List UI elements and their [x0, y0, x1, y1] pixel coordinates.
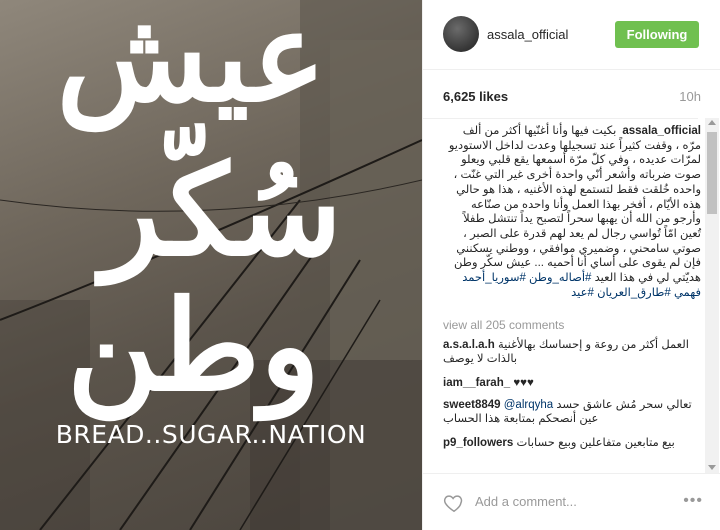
comment-item: p9_followers بيع متابعين متفاعلين وبيع ح… — [443, 436, 701, 450]
post-caption: assala_official بكيت فيها وأنا أغنّيها أ… — [443, 124, 701, 300]
scroll-up-arrow-icon[interactable] — [708, 120, 716, 125]
following-button[interactable]: Following — [615, 21, 699, 48]
post-meta: 6,625 likes 10h — [423, 70, 720, 118]
comment-mention[interactable]: @alrqyha — [504, 399, 553, 411]
username-link[interactable]: assala_official — [487, 27, 568, 42]
comment-item: sweet8849 @alrqyha تعالي سحر مُش عاشق حس… — [443, 398, 701, 426]
post-header: assala_official Following — [423, 0, 720, 70]
caption-text: بكيت فيها وأنا أغنّيها أكثر من ألف مرّه … — [448, 125, 701, 285]
comment-item: iam__farah_ ♥♥♥ — [443, 376, 701, 390]
heart-icon[interactable] — [443, 492, 465, 514]
scroll-thumb[interactable] — [707, 132, 717, 214]
calligraphy-word-3: وطن — [67, 274, 320, 419]
scroll-down-arrow-icon[interactable] — [708, 465, 716, 470]
post-time[interactable]: 10h — [679, 89, 701, 104]
add-comment-input[interactable]: Add a comment... — [475, 494, 577, 509]
post-details-panel: assala_official Following 6,625 likes 10… — [422, 0, 720, 530]
add-comment-bar: Add a comment... ••• — [423, 473, 720, 530]
likes-count[interactable]: 6,625 likes — [443, 89, 508, 104]
avatar[interactable] — [443, 16, 479, 52]
calligraphy-word-2: سُكّر — [101, 139, 342, 284]
more-options-icon[interactable]: ••• — [683, 492, 703, 510]
caption-username[interactable]: assala_official — [622, 124, 701, 139]
comment-username[interactable]: iam__farah_ — [443, 377, 510, 389]
photo-caption-text: BREAD..SUGAR..NATION — [55, 420, 367, 449]
calligraphy-word-1: عيش — [56, 0, 327, 130]
caption-block: assala_official بكيت فيها وأنا أغنّيها أ… — [443, 124, 701, 300]
comment-text: ♥♥♥ — [513, 377, 534, 389]
comment-username[interactable]: sweet8849 — [443, 399, 501, 411]
comment-username[interactable]: a.s.a.l.a.h — [443, 339, 495, 351]
comments-area: assala_official بكيت فيها وأنا أغنّيها أ… — [443, 118, 711, 473]
view-all-comments-link[interactable]: view all 205 comments — [443, 318, 564, 332]
comments-scrollbar[interactable] — [705, 118, 719, 473]
comment-item: a.s.a.l.a.h العمل أكثر من روعة و إحساسك … — [443, 338, 701, 366]
post-photo[interactable]: عيش سُكّر وطن BREAD..SUGAR..NATION — [0, 0, 422, 530]
comment-text: بيع متابعين متفاعلين وبيع حسابات — [516, 437, 675, 449]
comment-username[interactable]: p9_followers — [443, 437, 513, 449]
instagram-post-modal: عيش سُكّر وطن BREAD..SUGAR..NATION assal… — [0, 0, 720, 530]
